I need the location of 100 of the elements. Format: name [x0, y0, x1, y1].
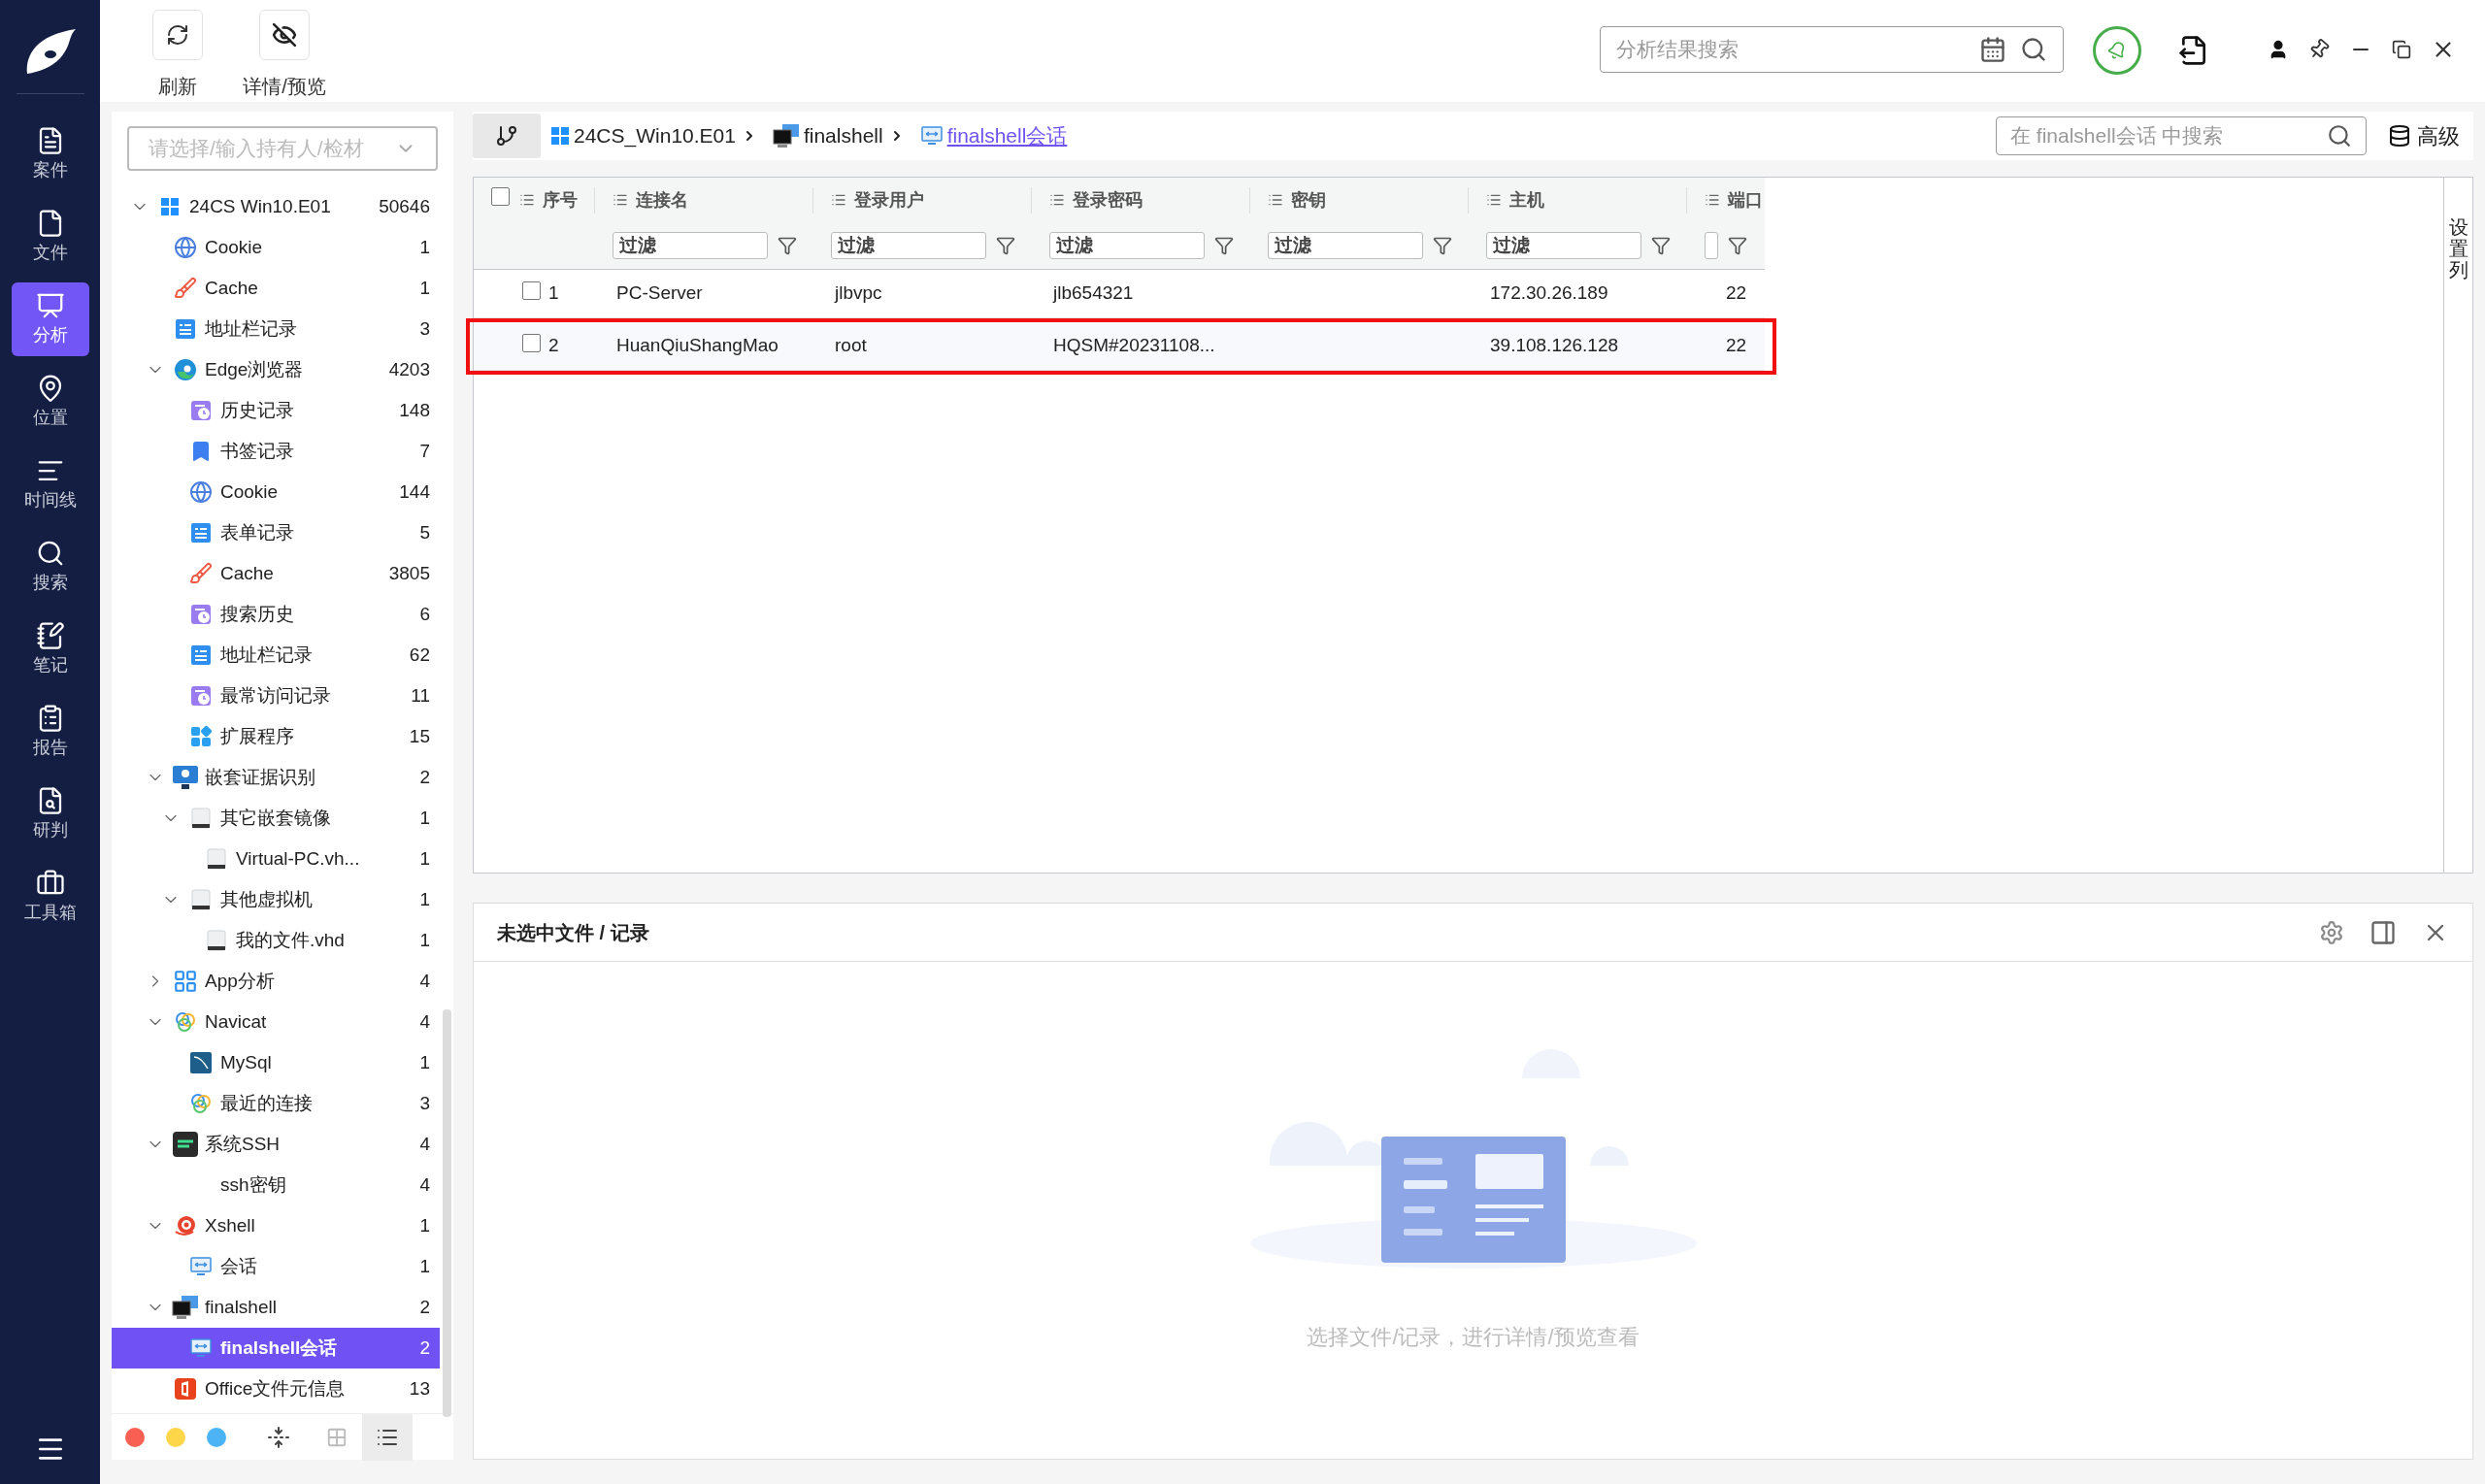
- advanced-search-button[interactable]: 高级: [2388, 119, 2460, 152]
- breadcrumb-link[interactable]: finalshell: [803, 120, 883, 151]
- column-header[interactable]: 序号: [543, 186, 578, 214]
- tree-label: finalshell: [205, 1295, 277, 1319]
- bell-button[interactable]: [2093, 26, 2141, 75]
- grid-icon: [173, 969, 198, 994]
- nav-item[interactable]: 报告: [11, 695, 89, 769]
- nav-item[interactable]: 搜索: [11, 530, 89, 604]
- nav-item[interactable]: 案件: [11, 117, 89, 191]
- tree-item[interactable]: 嵌套证据识别 2: [112, 757, 440, 798]
- breadcrumb-link[interactable]: finalshell会话: [946, 120, 1068, 151]
- restore-icon[interactable]: [2392, 40, 2411, 59]
- checkbox[interactable]: [522, 333, 541, 352]
- tree-item[interactable]: 地址栏记录 3: [112, 309, 440, 349]
- tree-item[interactable]: Cache 1: [112, 268, 440, 309]
- table-cell-text: 22: [1726, 334, 1747, 358]
- item-count: 11: [411, 683, 430, 708]
- tree-item[interactable]: 其它嵌套镜像 1: [112, 798, 440, 839]
- tree-item[interactable]: 扩展程序 15: [112, 716, 440, 757]
- filter-icon[interactable]: [1433, 236, 1452, 255]
- tree-label: 嵌套证据识别: [205, 765, 315, 789]
- branch-button[interactable]: [473, 114, 541, 158]
- tree-item[interactable]: 会话 1: [112, 1246, 440, 1287]
- search-icon[interactable]: [2020, 36, 2047, 63]
- calendar-icon[interactable]: [1979, 36, 2006, 63]
- owner-select-field[interactable]: 请选择/输入持有人/检材: [149, 133, 395, 164]
- checkbox[interactable]: [491, 187, 510, 206]
- filter-icon[interactable]: [1651, 236, 1671, 255]
- filter-icon[interactable]: [1214, 236, 1234, 255]
- tree-item[interactable]: Xshell 1: [112, 1205, 440, 1246]
- search-icon[interactable]: [2327, 123, 2352, 148]
- tree-item[interactable]: 搜索历史 6: [112, 594, 440, 635]
- panel-toggle-icon[interactable]: [2369, 918, 2397, 946]
- tree-item[interactable]: 24CS Win10.E01 50646: [112, 186, 440, 227]
- owner-select[interactable]: 请选择/输入持有人/检材: [127, 126, 438, 171]
- filter-field[interactable]: 过滤: [1049, 232, 1205, 259]
- item-count: 1: [419, 235, 430, 259]
- filter-field[interactable]: 过滤: [1268, 232, 1423, 259]
- tree-item[interactable]: Cookie 144: [112, 472, 440, 512]
- tree-item[interactable]: 其他虚拟机 1: [112, 879, 440, 920]
- tree-item[interactable]: MySql 1: [112, 1042, 440, 1083]
- item-count: 1: [419, 276, 430, 300]
- filter-icon[interactable]: [778, 236, 797, 255]
- table-search-box[interactable]: 在 finalshell会话 中搜索: [1996, 116, 2367, 155]
- preview-toggle-button[interactable]: 详情/预览: [236, 10, 333, 101]
- filter-field[interactable]: 过滤: [1486, 232, 1641, 259]
- filter-icon[interactable]: [996, 236, 1015, 255]
- nav-item[interactable]: 时间线: [11, 447, 89, 521]
- nav-item[interactable]: 笔记: [11, 612, 89, 686]
- tree-item[interactable]: Virtual-PC.vh... 1: [112, 839, 440, 879]
- tree-item[interactable]: 最近的连接 3: [112, 1083, 440, 1124]
- tree-item[interactable]: Edge浏览器 4203: [112, 349, 440, 390]
- tree-item[interactable]: 表单记录 5: [112, 512, 440, 553]
- column-settings-tab[interactable]: 设置列: [2448, 216, 2468, 280]
- nav-item[interactable]: 文件: [11, 200, 89, 274]
- refresh-icon: [166, 23, 189, 47]
- settings-icon[interactable]: [2319, 919, 2344, 945]
- tree-label: finalshell会话: [220, 1336, 338, 1360]
- search-box[interactable]: 分析结果搜索: [1600, 26, 2064, 73]
- checkbox[interactable]: [522, 280, 541, 300]
- tree-item[interactable]: finalshell会话 2: [112, 1328, 440, 1369]
- list-view-button[interactable]: [362, 1413, 413, 1461]
- tree-item[interactable]: 历史记录 148: [112, 390, 440, 431]
- tree-item[interactable]: 地址栏记录 62: [112, 635, 440, 676]
- list-icon: [613, 192, 628, 208]
- nav-item[interactable]: 研判: [11, 777, 89, 851]
- tree-item[interactable]: Office文件元信息 13: [112, 1369, 440, 1409]
- notes-icon: [35, 620, 65, 650]
- collapse-icon[interactable]: [267, 1425, 290, 1449]
- tree-item[interactable]: Navicat 4: [112, 1002, 440, 1042]
- column-header[interactable]: 连接名: [636, 186, 688, 214]
- refresh-button[interactable]: 刷新: [129, 10, 226, 101]
- tree-item[interactable]: finalshell 2: [112, 1287, 440, 1328]
- item-count: 1: [419, 1254, 430, 1278]
- tree-item[interactable]: 最常访问记录 11: [112, 676, 440, 716]
- nav-item[interactable]: 工具箱: [11, 860, 89, 934]
- column-header[interactable]: 登录密码: [1073, 186, 1143, 214]
- table-search-field[interactable]: 在 finalshell会话 中搜索: [2010, 120, 2327, 151]
- column-header[interactable]: 主机: [1509, 186, 1544, 214]
- filter-field[interactable]: 过滤: [613, 232, 768, 259]
- scrollbar-thumb[interactable]: [443, 1009, 451, 1417]
- search-field[interactable]: 分析结果搜索: [1616, 34, 1979, 65]
- column-header[interactable]: 密钥: [1291, 186, 1326, 214]
- tree-label: 最近的连接: [220, 1091, 313, 1115]
- filter-field[interactable]: [1705, 232, 1718, 259]
- tree-item[interactable]: Cookie 1: [112, 227, 440, 268]
- tree-item[interactable]: 系统SSH 4: [112, 1124, 440, 1165]
- filter-field[interactable]: 过滤: [831, 232, 986, 259]
- nav-item[interactable]: 位置: [11, 365, 89, 439]
- tree-item[interactable]: 书签记录 7: [112, 431, 440, 472]
- tree-item[interactable]: ssh密钥 4: [112, 1165, 440, 1205]
- tree-label: 我的文件.vhd: [236, 928, 345, 952]
- tree-item[interactable]: Cache 3805: [112, 553, 440, 594]
- tree-item[interactable]: 我的文件.vhd 1: [112, 920, 440, 961]
- breadcrumb-link[interactable]: 24CS_Win10.E01: [574, 120, 736, 151]
- filter-icon[interactable]: [1728, 236, 1747, 255]
- column-header[interactable]: 登录用户: [854, 186, 924, 214]
- column-header[interactable]: 端口: [1728, 186, 1763, 214]
- tree-item[interactable]: App分析 4: [112, 961, 440, 1002]
- nav-item[interactable]: 分析: [11, 282, 89, 356]
